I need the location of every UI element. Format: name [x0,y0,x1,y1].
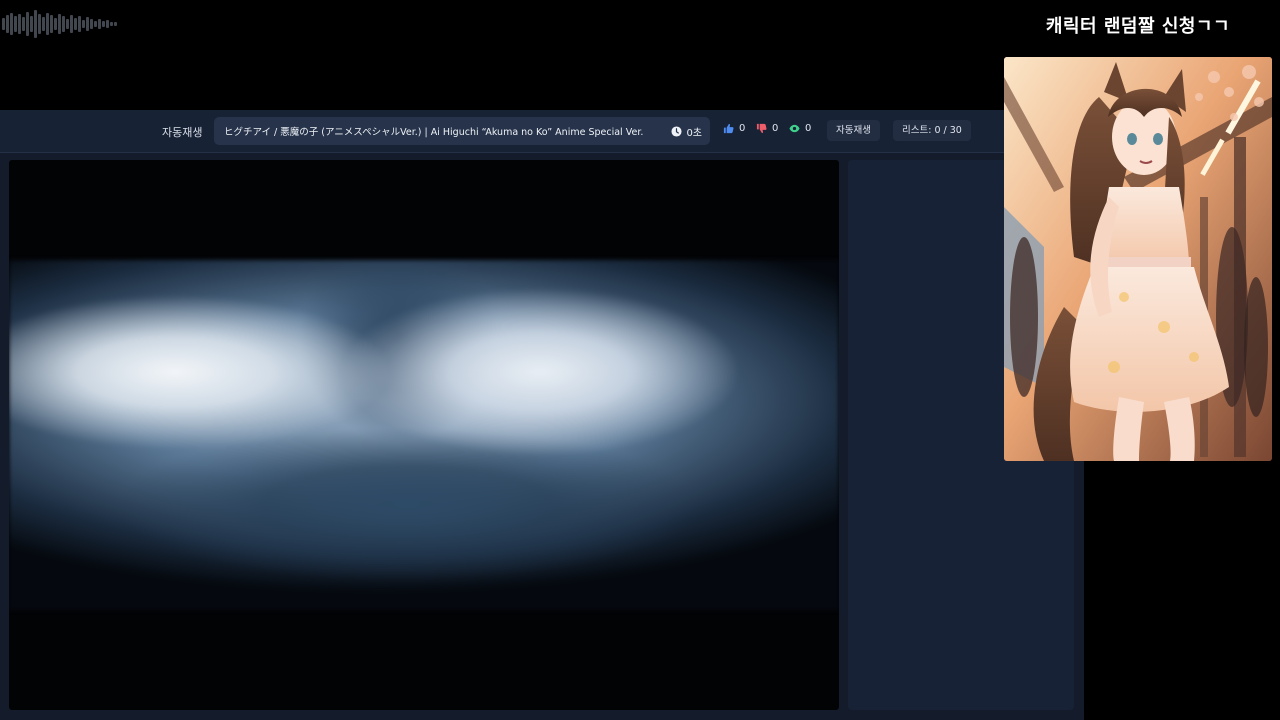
now-playing-bar[interactable]: ヒグチアイ / 悪魔の子 (アニメスペシャルVer.) | Ai Higuchi… [214,117,710,145]
video-player[interactable] [9,160,839,710]
views-counter: 0 [789,123,811,134]
thumbs-down-icon [756,123,767,134]
eye-icon [789,124,800,133]
autoplay-button[interactable]: 자동재생 [827,120,880,141]
player-toolbar: 자동재생 ヒグチアイ / 悪魔の子 (アニメスペシャルVer.) | Ai Hi… [0,110,1084,153]
video-frame [9,260,839,610]
thumbs-up-icon [723,123,734,134]
character-illustration [1004,57,1272,461]
music-player-app: 자동재생 ヒグチアイ / 悪魔の子 (アニメスペシャルVer.) | Ai Hi… [0,110,1084,720]
like-count: 0 [739,123,746,134]
views-count: 0 [805,123,812,134]
dislike-count: 0 [772,123,779,134]
like-button[interactable]: 0 [723,123,745,134]
overlay-title: 캐릭터 랜덤짤 신청ㄱㄱ [1045,16,1231,37]
clock-icon [671,126,682,137]
elapsed-time: 0초 [671,124,702,139]
elapsed-time-value: 0초 [686,128,702,139]
playlist-count-badge[interactable]: 리스트: 0 / 30 [893,120,971,141]
autoplay-label: 자동재생 [162,126,203,139]
screen: 캐릭터 랜덤짤 신청ㄱㄱ 자동재생 ヒグチアイ / 悪魔の子 (アニメスペシャル… [0,0,1280,720]
character-illustration-image [1004,57,1272,461]
audio-waveform [2,10,117,38]
dislike-button[interactable]: 0 [756,123,778,134]
now-playing-title: ヒグチアイ / 悪魔の子 (アニメスペシャルVer.) | Ai Higuchi… [224,127,644,138]
